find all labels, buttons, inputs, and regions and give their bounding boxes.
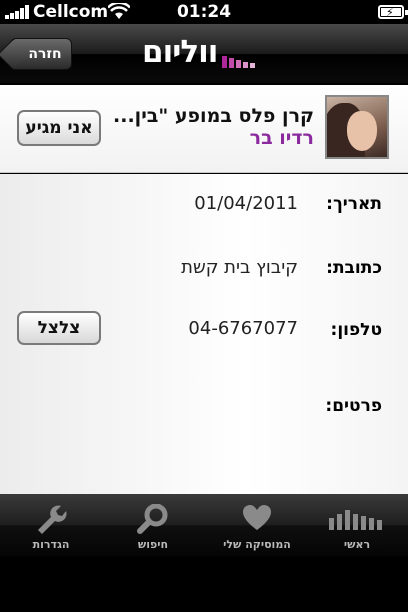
bars-icon <box>329 510 382 530</box>
tab-search[interactable]: חיפוש <box>102 494 204 556</box>
screen-bottom <box>0 556 408 612</box>
phone-value[interactable]: 04-6767077 <box>188 318 298 339</box>
event-header: אני מגיע קרן פלס במופע "בין... רדיו בר <box>0 85 408 173</box>
address-label: כתובת: <box>326 258 382 278</box>
back-button[interactable]: חזרה <box>10 38 72 70</box>
status-bar: Cellcom 01:24 ⚡ <box>0 0 408 24</box>
tab-home[interactable]: ראשי <box>306 494 408 556</box>
address-value: קיבוץ בית קשת <box>181 257 298 278</box>
attending-button[interactable]: אני מגיע <box>17 110 101 146</box>
app-logo: ווליום <box>140 34 270 74</box>
call-button[interactable]: צלצל <box>17 311 101 345</box>
navigation-bar: חזרה ווליום <box>0 24 408 84</box>
tab-settings-label: הגדרות <box>32 538 70 551</box>
date-label: תאריך: <box>326 194 382 214</box>
info-label: פרטים: <box>325 396 382 416</box>
battery-icon: ⚡ <box>378 5 408 19</box>
tab-my-music[interactable]: המוסיקה שלי <box>206 494 308 556</box>
logo-bars-icon <box>222 56 262 68</box>
tab-bar: ראשי המוסיקה שלי חיפוש הגדרות <box>0 494 408 556</box>
phone-label: טלפון: <box>330 320 382 340</box>
tab-settings[interactable]: הגדרות <box>0 494 102 556</box>
clock: 01:24 <box>176 2 232 22</box>
event-title: קרן פלס במופע "בין... <box>114 105 314 127</box>
event-venue: רדיו בר <box>249 127 314 149</box>
artist-photo <box>325 95 389 159</box>
back-button-label: חזרה <box>28 46 62 62</box>
wrench-icon <box>38 505 67 534</box>
heart-icon <box>243 505 271 530</box>
tab-my-music-label: המוסיקה שלי <box>223 538 291 551</box>
logo-text: ווליום <box>142 34 218 70</box>
event-details: תאריך: 01/04/2011 כתובת: קיבוץ בית קשת ט… <box>0 174 408 494</box>
search-icon <box>137 504 168 534</box>
tab-home-label: ראשי <box>343 538 371 551</box>
date-value: 01/04/2011 <box>194 193 298 214</box>
tab-search-label: חיפוש <box>137 538 169 551</box>
